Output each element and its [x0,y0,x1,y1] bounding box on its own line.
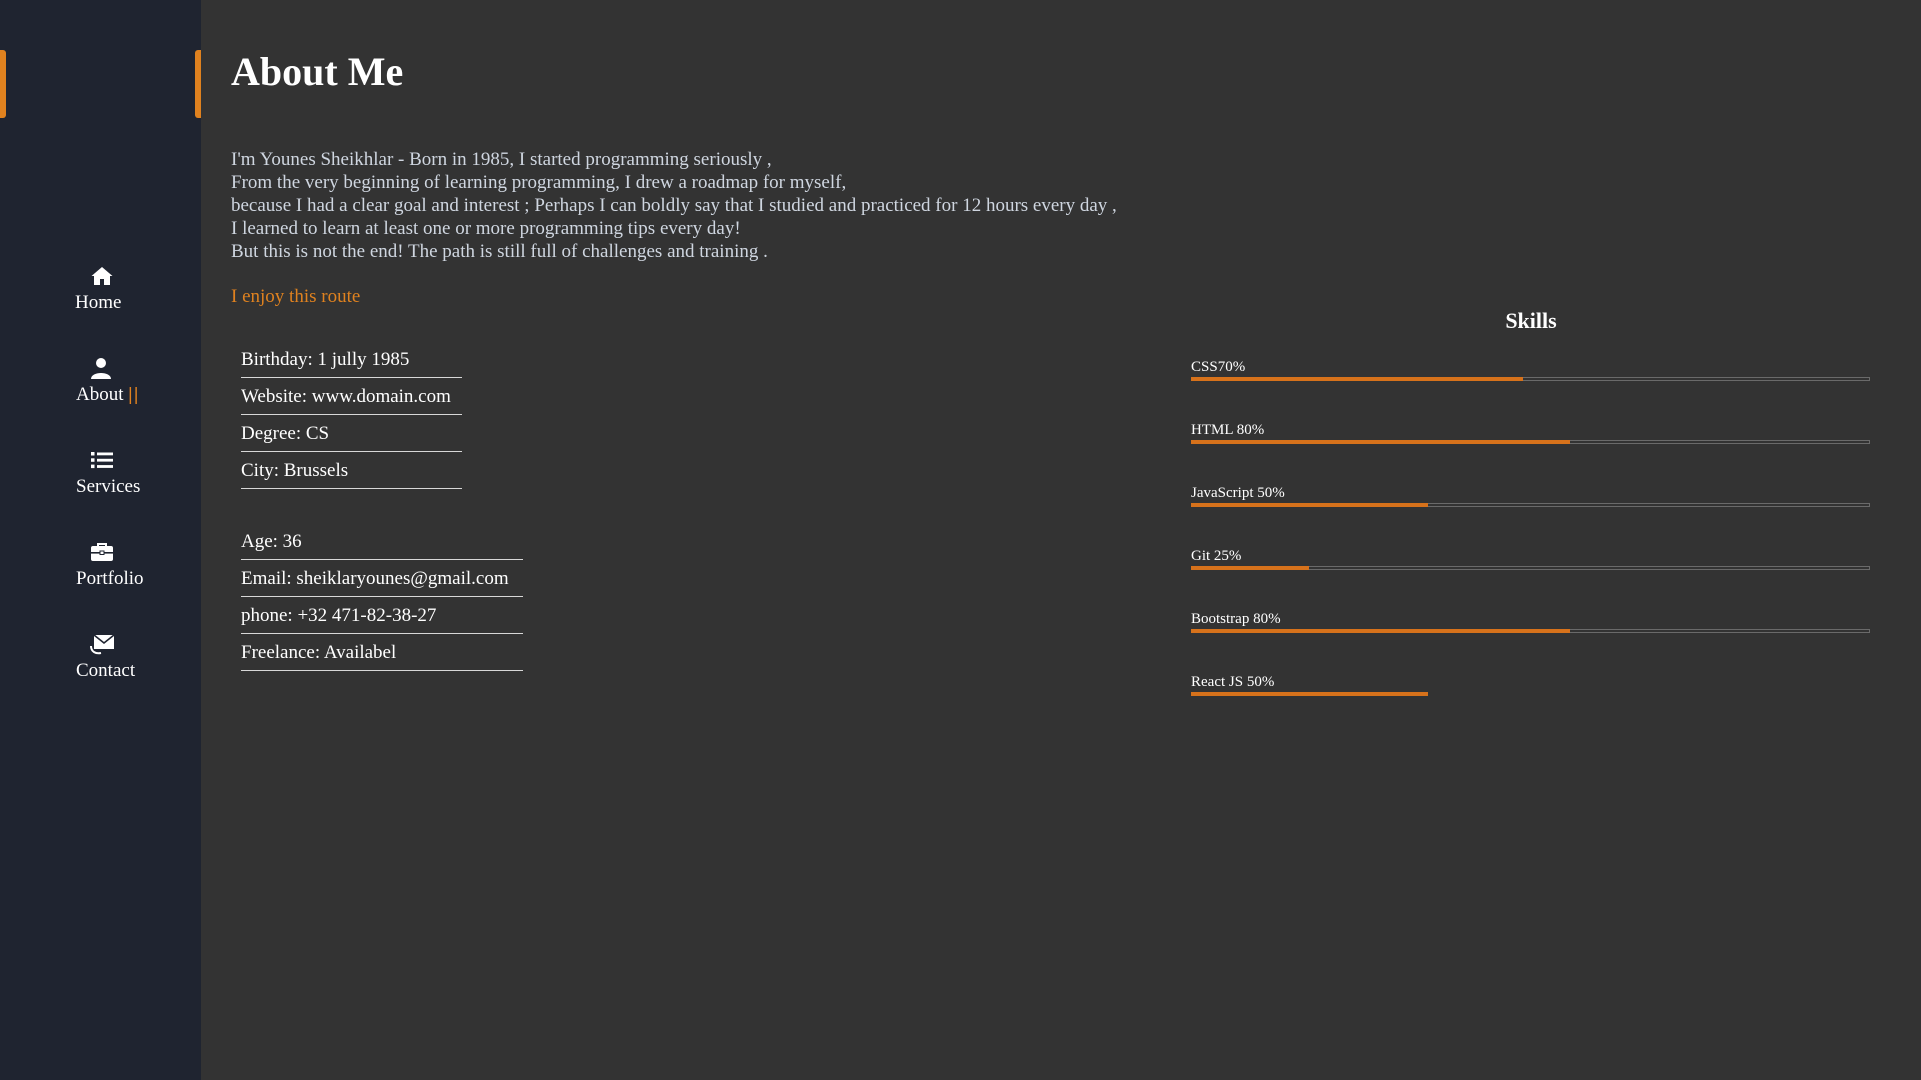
skill-fill [1191,692,1428,696]
bio-line: because I had a clear goal and interest … [231,195,1117,216]
highlight-text: I enjoy this route [231,286,361,307]
info-birthday: Birthday: 1 jully 1985 [241,343,462,378]
about-section: About Me I'm Younes Sheikhlar - Born in … [201,0,1921,1080]
skill-git: Git 25% [1191,547,1871,610]
skill-track [1191,503,1870,507]
info-email: Email: sheiklaryounes@gmail.com [241,562,523,597]
active-marker: || [127,385,139,405]
briefcase-icon [90,540,114,564]
nav-label-portfolio: Portfolio [76,568,144,589]
nav-label-about-text: About [76,384,124,405]
home-icon [90,264,114,288]
skill-label: JavaScript 50% [1191,485,1285,501]
nav-item-portfolio[interactable]: Portfolio [0,534,201,626]
nav-item-home[interactable]: Home [0,258,201,350]
info-freelance: Freelance: Availabel [241,636,523,671]
skill-track [1191,692,1870,696]
skills-panel: Skills CSS70% HTML 80% JavaScript 50% Gi… [1191,300,1871,736]
nav-item-about[interactable]: About || [0,350,201,442]
nav-label-home: Home [75,292,122,313]
sidebar: Home About || Services Portfolio Contact [0,0,201,1080]
skills-title: Skills [1505,308,1557,333]
skill-label: Git 25% [1191,548,1242,564]
page-title: About Me [231,49,404,94]
skill-label: React JS 50% [1191,674,1275,690]
bio-line: I learned to learn at least one or more … [231,218,741,239]
skill-html: HTML 80% [1191,421,1871,484]
user-icon [89,356,113,380]
mail-icon [90,632,115,656]
skill-css: CSS70% [1191,358,1871,421]
skill-track [1191,377,1870,381]
sidebar-accent-left [0,50,6,118]
info-degree: Degree: CS [241,417,462,452]
nav-label-services: Services [76,476,141,497]
skill-track [1191,629,1870,633]
bio-line: From the very beginning of learning prog… [231,172,847,193]
skill-label: Bootstrap 80% [1191,611,1281,627]
bio-text: I'm Younes Sheikhlar - Born in 1985, I s… [231,148,1331,263]
info-age: Age: 36 [241,525,523,560]
skill-bootstrap: Bootstrap 80% [1191,610,1871,673]
bio-line: I'm Younes Sheikhlar - Born in 1985, I s… [231,149,772,170]
personal-info-list-left: Birthday: 1 jully 1985 Website: www.doma… [241,343,462,491]
skill-fill [1191,566,1310,570]
nav-label-contact: Contact [76,660,136,681]
skill-fill [1191,440,1571,444]
nav-label-about: About || [76,384,139,406]
info-website: Website: www.domain.com [241,380,462,415]
skill-track [1191,566,1870,570]
skill-fill [1191,629,1571,633]
skill-label: HTML 80% [1191,422,1265,438]
nav-item-contact[interactable]: Contact [0,626,201,718]
personal-info-list-right: Age: 36 Email: sheiklaryounes@gmail.com … [241,525,523,673]
nav-item-services[interactable]: Services [0,442,201,534]
skill-track [1191,440,1870,444]
skill-label: CSS70% [1191,359,1246,375]
list-icon [90,448,114,472]
skill-react: React JS 50% [1191,673,1871,736]
info-phone: phone: +32 471-82-38-27 [241,599,523,634]
bio-line: But this is not the end! The path is sti… [231,241,768,262]
skill-fill [1191,377,1523,381]
skill-javascript: JavaScript 50% [1191,484,1871,547]
main-nav: Home About || Services Portfolio Contact [0,258,201,718]
skill-fill [1191,503,1428,507]
info-city: City: Brussels [241,454,462,489]
